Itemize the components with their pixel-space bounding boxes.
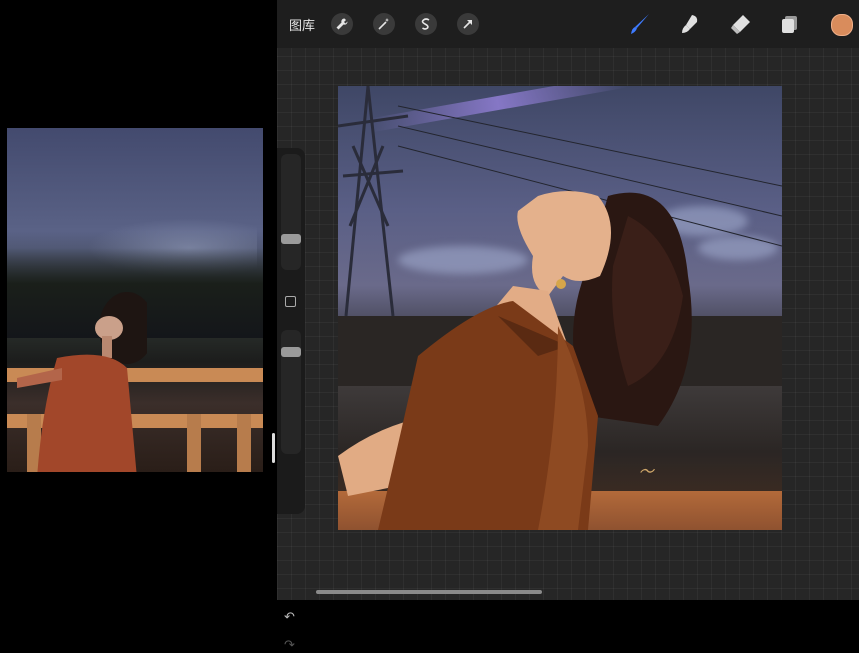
power-tower — [338, 86, 409, 317]
canvas-illustration — [338, 86, 782, 530]
eraser-icon — [731, 15, 750, 34]
brush-button[interactable] — [627, 11, 653, 37]
adjustments-button[interactable] — [373, 13, 395, 35]
reference-post — [237, 414, 251, 472]
brush-size-slider[interactable] — [281, 154, 301, 270]
sidebar-handle[interactable] — [272, 433, 275, 463]
layers-button[interactable] — [777, 11, 803, 37]
artist-signature: ～ — [637, 461, 658, 482]
layers-icon — [782, 16, 797, 33]
home-indicator[interactable] — [316, 590, 542, 594]
brush-size-thumb[interactable] — [281, 233, 301, 244]
gallery-button[interactable]: 图库 — [289, 15, 315, 34]
top-toolbar: 图库 — [277, 0, 859, 48]
modify-button[interactable] — [285, 296, 296, 307]
drawing-canvas[interactable]: ～ — [338, 86, 782, 530]
reference-photo[interactable] — [7, 128, 263, 472]
selection-s-icon — [421, 18, 430, 30]
reference-figure — [17, 292, 147, 472]
opacity-thumb[interactable] — [281, 347, 301, 358]
color-picker-button[interactable] — [831, 14, 853, 36]
sidebar: ↶ ↷ — [272, 148, 305, 653]
smudge-icon — [682, 15, 698, 33]
arrow-transform-icon — [463, 20, 472, 29]
selection-button[interactable] — [415, 13, 437, 35]
transform-button[interactable] — [457, 13, 479, 35]
procreate-app: 图库 ↶ ↷ ～ — [272, 0, 859, 653]
magic-wand-icon — [378, 18, 389, 30]
undo-icon[interactable]: ↶ — [284, 610, 295, 625]
wrench-icon — [336, 18, 348, 30]
brush-icon — [631, 14, 649, 34]
smudge-button[interactable] — [677, 11, 703, 37]
eraser-button[interactable] — [727, 11, 753, 37]
actions-button[interactable] — [331, 13, 353, 35]
redo-icon[interactable]: ↷ — [284, 638, 295, 653]
reference-post — [187, 414, 201, 472]
